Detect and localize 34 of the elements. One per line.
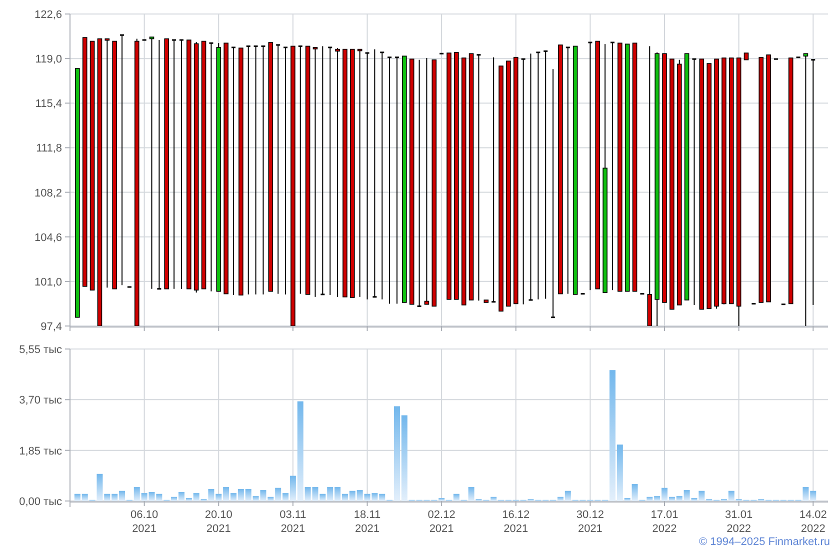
axis-label: 18.11 2021 [354, 509, 381, 535]
axis-label: 111,8 [36, 142, 62, 155]
candlestick [484, 300, 489, 303]
axis-label: 97,4 [40, 321, 62, 333]
axis-label: 30.12 2021 [576, 509, 604, 535]
axis-label: 02.12 2021 [428, 509, 456, 535]
candlestick [744, 52, 749, 60]
axis-label: 119,0 [35, 54, 62, 66]
axis-label: 0,00 тыс [19, 496, 62, 508]
axis-label: 03.11 2021 [280, 509, 306, 535]
axis-label: 3,70 тыс [19, 394, 62, 407]
axis-label: 20.10 2021 [204, 509, 232, 535]
candlestick [752, 302, 756, 304]
candlestick [774, 58, 778, 60]
candlestick [127, 286, 132, 288]
axis-label: 122,6 [34, 9, 62, 21]
axis-label: 1,85 тыс [19, 445, 62, 458]
axis-label: 115,4 [35, 98, 62, 110]
axis-label: 17.01 2022 [650, 509, 678, 535]
axis-label: 108,2 [34, 187, 62, 200]
axis-label: 16.12 2021 [502, 509, 530, 535]
candlestick [440, 52, 444, 54]
axis-label: 5,55 тыс [19, 344, 62, 356]
candlestick [796, 56, 800, 58]
axis-label: 31.01 2022 [725, 509, 753, 535]
copyright-link[interactable]: © 1994–2025 Finmarket.ru [698, 536, 830, 550]
candlestick [580, 293, 585, 295]
candlestick [640, 293, 644, 295]
candlestick [781, 304, 786, 306]
axis-label: 14.02 2022 [799, 509, 827, 535]
candlestick [142, 39, 146, 41]
axis-label: 06.10 2021 [130, 509, 158, 535]
axis-label: 101,0 [34, 276, 62, 288]
axis-label: 104,6 [34, 232, 62, 244]
